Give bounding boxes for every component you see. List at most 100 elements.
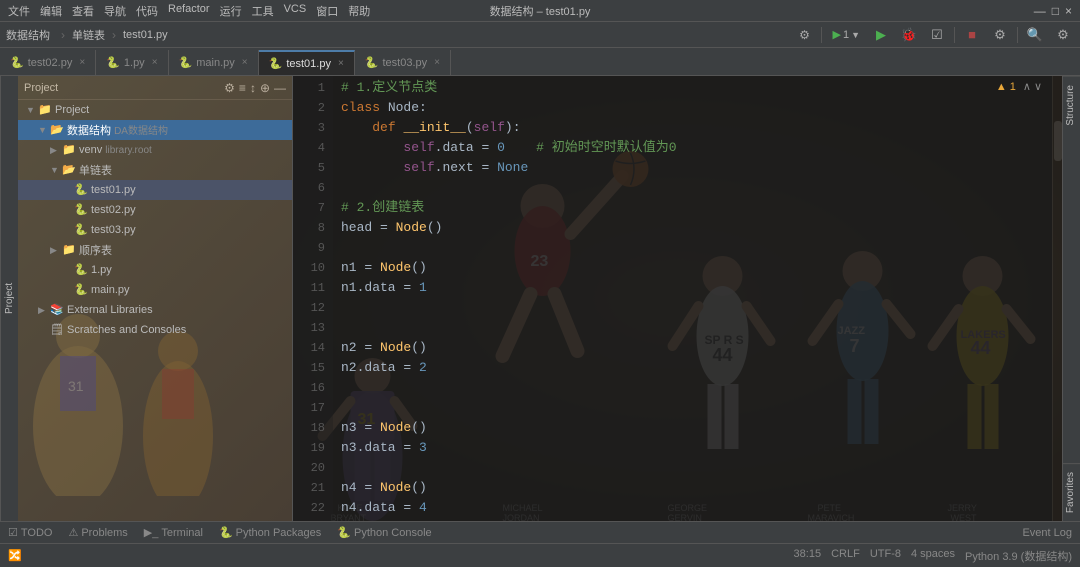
py-file-icon: 🐍 (74, 183, 88, 197)
tree-label: Scratches and Consoles (67, 324, 186, 336)
tree-item-1py[interactable]: ▶ 🐍 1.py (18, 260, 292, 280)
menu-run[interactable]: 运行 (220, 3, 242, 19)
project-label: 数据结构 (6, 27, 50, 43)
debug-button[interactable]: 🐞 (898, 24, 920, 46)
event-log-tab[interactable]: Event Log (1022, 527, 1072, 539)
menu-code[interactable]: 代码 (136, 3, 158, 19)
python-packages-icon: 🐍 (219, 526, 233, 539)
tree-label: 1.py (91, 264, 112, 276)
code-content[interactable]: # 1.定义节点类 class Node: def __init__(self)… (333, 76, 1052, 521)
tree-item-external-libs[interactable]: ▶ 📚 External Libraries (18, 300, 292, 320)
terminal-tab[interactable]: ▶_ Terminal (144, 526, 203, 539)
tree-item-project[interactable]: ▼ 📁 Project (18, 100, 292, 120)
right-sidebar: Structure Favorites (1062, 76, 1080, 521)
python-packages-tab[interactable]: 🐍 Python Packages (219, 526, 321, 539)
py-file-icon: 🐍 (74, 223, 88, 237)
problems-tab[interactable]: ⚠ Problems (68, 526, 127, 539)
menu-help[interactable]: 帮助 (348, 3, 370, 19)
minimize-button[interactable]: — (1034, 4, 1046, 18)
tree-item-test02[interactable]: ▶ 🐍 test02.py (18, 200, 292, 220)
menu-vcs[interactable]: VCS (284, 3, 307, 19)
project-panel-header: Project ⚙ ≡ ↕ ⊕ — (18, 76, 292, 100)
close-icon[interactable]: × (338, 58, 344, 69)
tree-item-seq-list[interactable]: ▶ 📁 顺序表 (18, 240, 292, 260)
python-console-tab[interactable]: 🐍 Python Console (337, 526, 431, 539)
tree-item-linked-list[interactable]: ▼ 📂 单链表 (18, 160, 292, 180)
todo-tab[interactable]: ☑ TODO (8, 526, 52, 539)
code-line-9 (341, 238, 1052, 258)
favorites-tab[interactable]: Favorites (1063, 463, 1080, 521)
breadcrumb-single: 单链表 (72, 27, 105, 43)
hide-icon[interactable]: — (274, 81, 286, 95)
cursor-position[interactable]: 38:15 (794, 548, 822, 564)
settings2-button[interactable]: ⚙ (989, 24, 1011, 46)
maximize-button[interactable]: □ (1052, 4, 1059, 18)
tree-label: 单链表 (79, 162, 112, 178)
menu-tools[interactable]: 工具 (252, 3, 274, 19)
close-icon[interactable]: × (434, 57, 440, 68)
warning-down-arrow[interactable]: ∨ (1034, 80, 1042, 93)
gear3-button[interactable]: ⚙ (1052, 24, 1074, 46)
close-button[interactable]: × (1065, 4, 1072, 18)
tab-mainpy[interactable]: 🐍 main.py × (169, 50, 259, 75)
menu-file[interactable]: 文件 (8, 3, 30, 19)
run-config-selector[interactable]: ▶ 1 ▼ (828, 24, 864, 46)
coverage-button[interactable]: ☑ (926, 24, 948, 46)
menu-navigate[interactable]: 导航 (104, 3, 126, 19)
expand-icon[interactable]: ↕ (250, 81, 256, 95)
project-header-icons[interactable]: ⚙ ≡ ↕ ⊕ — (224, 81, 286, 95)
tree-item-test03[interactable]: ▶ 🐍 test03.py (18, 220, 292, 240)
code-line-15: n2.data = 2 (341, 358, 1052, 378)
close-icon[interactable]: × (152, 57, 158, 68)
encoding[interactable]: UTF-8 (870, 548, 901, 564)
menu-view[interactable]: 查看 (72, 3, 94, 19)
stop-button[interactable]: ■ (961, 24, 983, 46)
tab-test02[interactable]: 🐍 test02.py × (0, 50, 96, 75)
editor-warnings[interactable]: ▲ 1 ∧ ∨ (996, 80, 1042, 93)
tab-label: main.py (196, 57, 235, 69)
tree-item-venv[interactable]: ▶ 📁 venv library.root (18, 140, 292, 160)
structure-tab[interactable]: Structure (1063, 76, 1080, 134)
py-icon: 🐍 (10, 56, 24, 69)
code-line-23 (341, 518, 1052, 521)
editor-area[interactable]: 31 23 (293, 76, 1062, 521)
file-tabs: 🐍 test02.py × 🐍 1.py × 🐍 main.py × 🐍 tes… (0, 48, 1080, 76)
tab-label: test03.py (383, 57, 428, 69)
line-separator[interactable]: CRLF (831, 548, 860, 564)
py-icon: 🐍 (365, 56, 379, 69)
folder-icon: 📁 (62, 243, 76, 257)
code-line-20 (341, 458, 1052, 478)
window-controls[interactable]: — □ × (1034, 4, 1072, 18)
tree-label: main.py (91, 284, 130, 296)
menu-edit[interactable]: 编辑 (40, 3, 62, 19)
menu-bar[interactable]: 文件 编辑 查看 导航 代码 Refactor 运行 工具 VCS 窗口 帮助 (8, 3, 370, 19)
settings-gear-icon[interactable]: ⚙ (793, 24, 815, 46)
tree-item-data-structure[interactable]: ▼ 📂 数据结构 DA数据结构 (18, 120, 292, 140)
folder-icon: 📂 (50, 123, 64, 137)
code-line-14: n2 = Node() (341, 338, 1052, 358)
layout-icon[interactable]: ≡ (239, 81, 246, 95)
add-icon[interactable]: ⊕ (260, 81, 270, 95)
menu-window[interactable]: 窗口 (316, 3, 338, 19)
interpreter[interactable]: Python 3.9 (数据结构) (965, 548, 1072, 564)
gear-icon[interactable]: ⚙ (224, 81, 235, 95)
problems-icon: ⚠ (68, 526, 78, 539)
menu-refactor[interactable]: Refactor (168, 3, 210, 19)
project-sidebar-tab[interactable]: Project (0, 76, 18, 521)
search-button[interactable]: 🔍 (1024, 24, 1046, 46)
indent[interactable]: 4 spaces (911, 548, 955, 564)
run-button[interactable]: ▶ (870, 24, 892, 46)
problems-label: Problems (81, 527, 127, 539)
tab-1py[interactable]: 🐍 1.py × (96, 50, 168, 75)
tree-arrow: ▼ (38, 125, 50, 135)
tree-item-mainpy[interactable]: ▶ 🐍 main.py (18, 280, 292, 300)
tab-test01[interactable]: 🐍 test01.py × (259, 50, 355, 75)
close-icon[interactable]: × (79, 57, 85, 68)
folder-icon: 📁 (62, 143, 76, 157)
tab-test03[interactable]: 🐍 test03.py × (355, 50, 451, 75)
tree-item-test01[interactable]: ▶ 🐍 test01.py (18, 180, 292, 200)
warning-up-arrow[interactable]: ∧ (1023, 80, 1031, 93)
code-line-5: self.next = None (341, 158, 1052, 178)
tree-item-scratches[interactable]: ▶ 🗒 Scratches and Consoles (18, 320, 292, 340)
close-icon[interactable]: × (242, 57, 248, 68)
